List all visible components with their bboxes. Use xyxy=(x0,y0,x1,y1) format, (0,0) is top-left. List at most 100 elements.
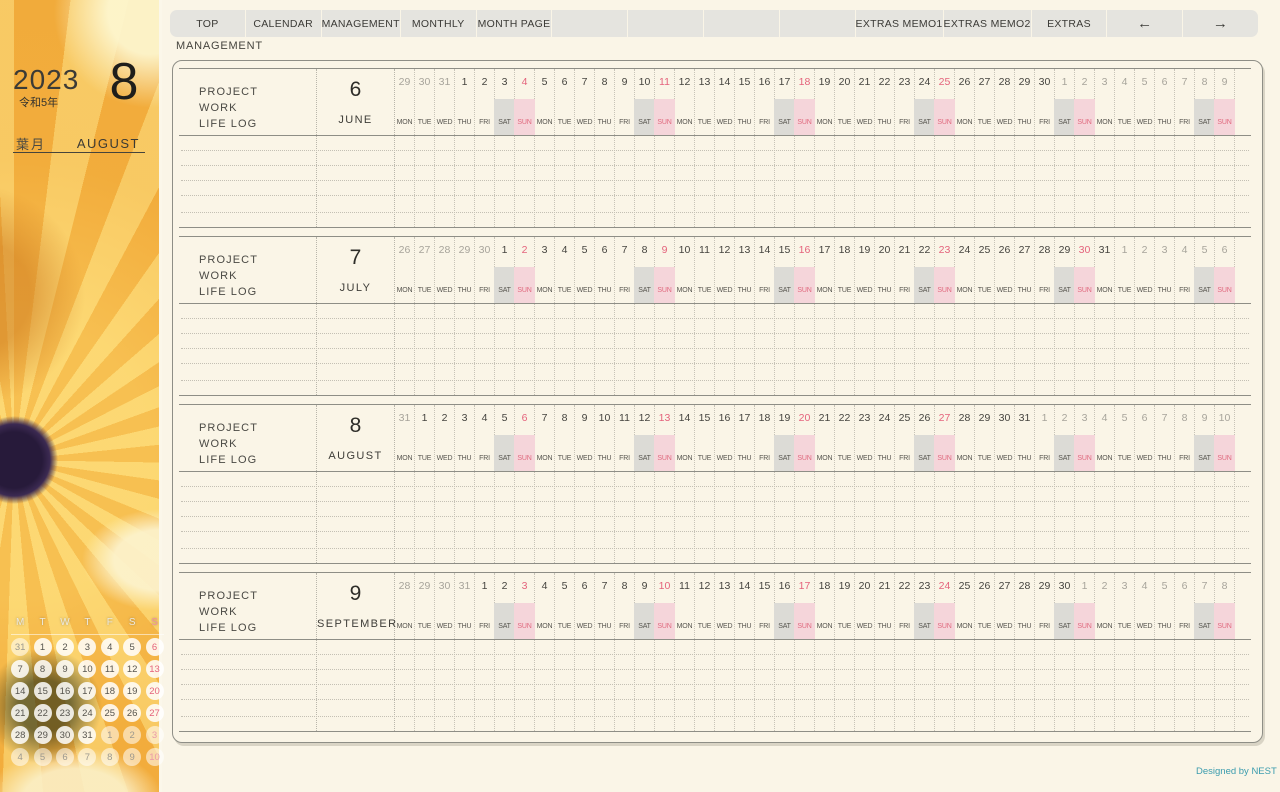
nav-tab-prev[interactable]: ← xyxy=(1107,10,1183,37)
day-column[interactable]: 5 SAT xyxy=(494,405,515,563)
nav-tab-monthly[interactable]: MONTHLY xyxy=(400,10,476,37)
day-column[interactable]: 20 SUN xyxy=(794,405,815,563)
day-column[interactable]: 8 SAT xyxy=(634,237,655,395)
day-column[interactable]: 3 MON xyxy=(1095,69,1115,227)
day-column[interactable]: 2 SUN xyxy=(1074,69,1095,227)
day-column[interactable]: 31 THU xyxy=(1015,405,1035,563)
day-column[interactable]: 21 FRI xyxy=(895,237,915,395)
mini-cal-day[interactable]: 7 xyxy=(78,748,97,766)
mini-cal-day[interactable]: 18 xyxy=(100,682,119,700)
mini-cal-day[interactable]: 8 xyxy=(33,660,52,678)
mini-cal-day[interactable]: 7 xyxy=(11,660,30,678)
day-column[interactable]: 8 SUN xyxy=(1214,573,1235,731)
day-column[interactable]: 12 SAT xyxy=(634,405,655,563)
day-column[interactable]: 5 THU xyxy=(1155,573,1175,731)
nav-tab-empty-1[interactable] xyxy=(552,10,628,37)
day-column[interactable]: 30 WED xyxy=(435,573,455,731)
mini-cal-day[interactable]: 31 xyxy=(11,638,30,656)
day-column[interactable]: 1 SAT xyxy=(1054,69,1075,227)
day-column[interactable]: 12 WED xyxy=(715,237,735,395)
day-column[interactable]: 30 TUE xyxy=(415,69,435,227)
day-column[interactable]: 18 TUE xyxy=(835,237,855,395)
day-column[interactable]: 22 SAT xyxy=(914,237,935,395)
day-column[interactable]: 25 SUN xyxy=(934,69,955,227)
day-column[interactable]: 4 WED xyxy=(1135,573,1155,731)
mini-cal-day[interactable]: 5 xyxy=(33,748,52,766)
day-column[interactable]: 14 FRI xyxy=(755,237,775,395)
day-column[interactable]: 9 SUN xyxy=(654,237,675,395)
day-column[interactable]: 23 SAT xyxy=(914,573,935,731)
day-column[interactable]: 5 TUE xyxy=(1115,405,1135,563)
day-column[interactable]: 2 SUN xyxy=(514,237,535,395)
mini-cal-day[interactable]: 2 xyxy=(123,726,142,744)
mini-cal-day[interactable]: 23 xyxy=(55,704,74,722)
day-column[interactable]: 11 SUN xyxy=(654,69,675,227)
day-column[interactable]: 7 THU xyxy=(1155,405,1175,563)
nav-tab-extras-memo2[interactable]: EXTRAS MEMO2 xyxy=(943,10,1031,37)
day-column[interactable]: 23 SUN xyxy=(934,237,955,395)
day-column[interactable]: 19 WED xyxy=(855,237,875,395)
day-column[interactable]: 18 MON xyxy=(815,573,835,731)
day-column[interactable]: 11 FRI xyxy=(615,405,635,563)
day-column[interactable]: 17 SUN xyxy=(794,573,815,731)
day-column[interactable]: 22 THU xyxy=(875,69,895,227)
mini-cal-day[interactable]: 8 xyxy=(100,748,119,766)
day-column[interactable]: 13 SUN xyxy=(654,405,675,563)
mini-cal-day[interactable]: 13 xyxy=(145,660,164,678)
mini-cal-day[interactable]: 4 xyxy=(100,638,119,656)
day-column[interactable]: 29 MON xyxy=(395,69,415,227)
day-column[interactable]: 1 TUE xyxy=(1115,237,1135,395)
mini-cal-day[interactable]: 3 xyxy=(78,638,97,656)
mini-cal-day[interactable]: 21 xyxy=(11,704,30,722)
day-column[interactable]: 28 FRI xyxy=(1035,237,1055,395)
day-column[interactable]: 12 TUE xyxy=(695,573,715,731)
day-column[interactable]: 27 THU xyxy=(1015,237,1035,395)
day-column[interactable]: 3 SAT xyxy=(494,69,515,227)
mini-cal-day[interactable]: 9 xyxy=(55,660,74,678)
mini-cal-day[interactable]: 11 xyxy=(100,660,119,678)
mini-cal-day[interactable]: 15 xyxy=(33,682,52,700)
day-column[interactable]: 26 WED xyxy=(995,237,1015,395)
mini-cal-day[interactable]: 6 xyxy=(55,748,74,766)
day-column[interactable]: 15 THU xyxy=(735,69,755,227)
mini-cal-day[interactable]: 6 xyxy=(145,638,164,656)
mini-cal-day[interactable]: 17 xyxy=(78,682,97,700)
day-column[interactable]: 3 MON xyxy=(535,237,555,395)
day-column[interactable]: 21 THU xyxy=(875,573,895,731)
day-column[interactable]: 15 SAT xyxy=(774,237,795,395)
day-column[interactable]: 29 SAT xyxy=(1054,237,1075,395)
day-column[interactable]: 1 SAT xyxy=(494,237,515,395)
nav-tab-empty-3[interactable] xyxy=(703,10,779,37)
mini-cal-day[interactable]: 19 xyxy=(123,682,142,700)
day-column[interactable]: 13 TUE xyxy=(695,69,715,227)
day-column[interactable]: 13 THU xyxy=(735,237,755,395)
day-column[interactable]: 23 WED xyxy=(855,405,875,563)
day-column[interactable]: 26 TUE xyxy=(975,573,995,731)
day-column[interactable]: 31 MON xyxy=(395,405,415,563)
day-column[interactable]: 1 TUE xyxy=(415,405,435,563)
day-column[interactable]: 20 THU xyxy=(875,237,895,395)
day-column[interactable]: 31 WED xyxy=(435,69,455,227)
day-column[interactable]: 7 MON xyxy=(535,405,555,563)
day-column[interactable]: 3 SUN xyxy=(1074,405,1095,563)
nav-tab-management[interactable]: MANAGEMENT xyxy=(321,10,400,37)
day-column[interactable]: 9 SAT xyxy=(634,573,655,731)
mini-cal-day[interactable]: 14 xyxy=(11,682,30,700)
mini-cal-day[interactable]: 2 xyxy=(55,638,74,656)
day-column[interactable]: 10 SUN xyxy=(1214,405,1235,563)
day-column[interactable]: 27 SUN xyxy=(934,405,955,563)
mini-cal-day[interactable]: 28 xyxy=(11,726,30,744)
day-column[interactable]: 6 WED xyxy=(1135,405,1155,563)
day-column[interactable]: 29 TUE xyxy=(975,405,995,563)
day-column[interactable]: 2 WED xyxy=(1135,237,1155,395)
day-column[interactable]: 24 SUN xyxy=(934,573,955,731)
day-column[interactable]: 3 SUN xyxy=(514,573,535,731)
day-column[interactable]: 19 MON xyxy=(815,69,835,227)
day-column[interactable]: 1 SUN xyxy=(1074,573,1095,731)
day-column[interactable]: 8 FRI xyxy=(615,573,635,731)
day-column[interactable]: 5 WED xyxy=(575,237,595,395)
day-column[interactable]: 14 WED xyxy=(715,69,735,227)
day-column[interactable]: 5 WED xyxy=(1135,69,1155,227)
day-column[interactable]: 1 FRI xyxy=(475,573,495,731)
day-column[interactable]: 9 FRI xyxy=(615,69,635,227)
